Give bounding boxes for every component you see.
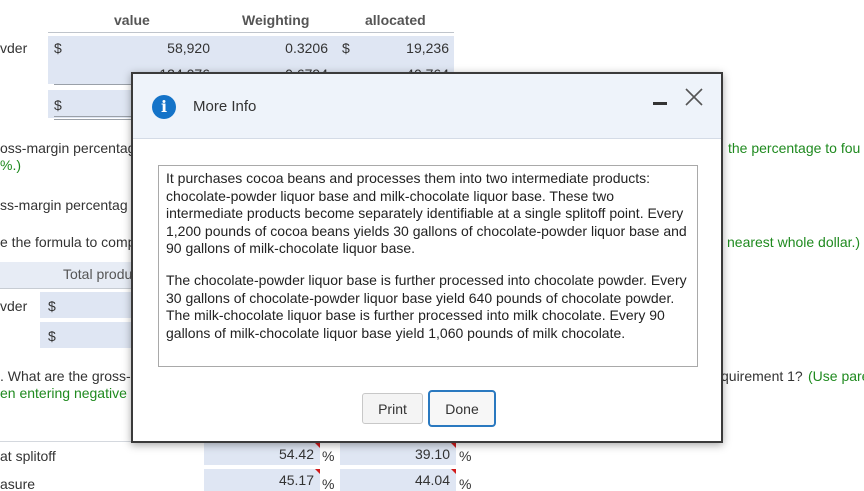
gross-margin-label: ss-margin percentag [0, 197, 128, 213]
instruction-whole-dollar: nearest whole dollar.) [727, 234, 861, 250]
more-info-dialog: i More Info It purchases cocoa beans and… [131, 72, 723, 443]
result1-value1[interactable]: 54.42 [240, 446, 314, 462]
row1-label: vder [0, 40, 28, 56]
info-paragraph-1: It purchases cocoa beans and processes t… [166, 170, 687, 257]
formula-line: e the formula to comp [0, 234, 136, 250]
dialog-header: i More Info [133, 74, 721, 139]
table2-header-total: Total produ [63, 266, 133, 282]
info-text-area[interactable]: It purchases cocoa beans and processes t… [158, 165, 698, 367]
table2-row1-label: vder [0, 298, 28, 314]
result2-unit1: % [322, 476, 335, 491]
result1-label: at splitoff [0, 448, 56, 464]
row1-allocated: 19,236 [406, 40, 449, 56]
print-button[interactable]: Print [362, 393, 423, 424]
header-divider [48, 32, 454, 33]
result2-value1[interactable]: 45.17 [240, 472, 314, 488]
header-weighting: Weighting [242, 12, 310, 28]
question-gross-margin-cont: %.) [0, 157, 21, 173]
header-value: value [114, 12, 150, 28]
total-line-top [54, 84, 132, 85]
table2-row1-dollar: $ [48, 298, 56, 314]
table2-header-divider [0, 288, 132, 289]
total-dollar: $ [54, 97, 62, 113]
question2-right-instruction: (Use pare [808, 368, 864, 384]
instruction-percentage: the percentage to fou [728, 140, 861, 156]
minimize-button[interactable] [651, 94, 669, 112]
result1-value2[interactable]: 39.10 [376, 446, 450, 462]
result1-value2-marker [451, 443, 456, 448]
header-allocated: allocated [365, 12, 426, 28]
table2-row2-dollar: $ [48, 328, 56, 344]
row1-value: 58,920 [167, 40, 210, 56]
total-line-bottom-1 [54, 116, 132, 117]
result2-label: asure [0, 476, 36, 491]
result1-unit1: % [322, 448, 335, 464]
result2-value1-marker [315, 469, 320, 474]
minimize-icon [653, 102, 667, 105]
result1-unit2: % [459, 448, 472, 464]
result2-value2-marker [451, 469, 456, 474]
close-icon [685, 88, 703, 106]
question2-continuation: en entering negative [0, 385, 127, 401]
row1-dollar-allocated: $ [342, 40, 350, 56]
info-icon: i [152, 95, 176, 119]
total-line-bottom-2 [54, 119, 132, 120]
row1-weighting: 0.3206 [285, 40, 328, 56]
info-paragraph-2: The chocolate-powder liquor base is furt… [166, 271, 687, 341]
question2-text: . What are the gross- [0, 368, 131, 384]
done-button[interactable]: Done [428, 390, 496, 427]
result1-value1-marker [315, 443, 320, 448]
dialog-title: More Info [193, 98, 257, 115]
result2-value2[interactable]: 44.04 [376, 472, 450, 488]
result2-unit2: % [459, 476, 472, 491]
question2-right-text: quirement 1? [721, 368, 803, 384]
close-button[interactable] [684, 87, 704, 107]
row1-dollar: $ [54, 40, 62, 56]
question-gross-margin: oss-margin percentag [0, 140, 136, 156]
